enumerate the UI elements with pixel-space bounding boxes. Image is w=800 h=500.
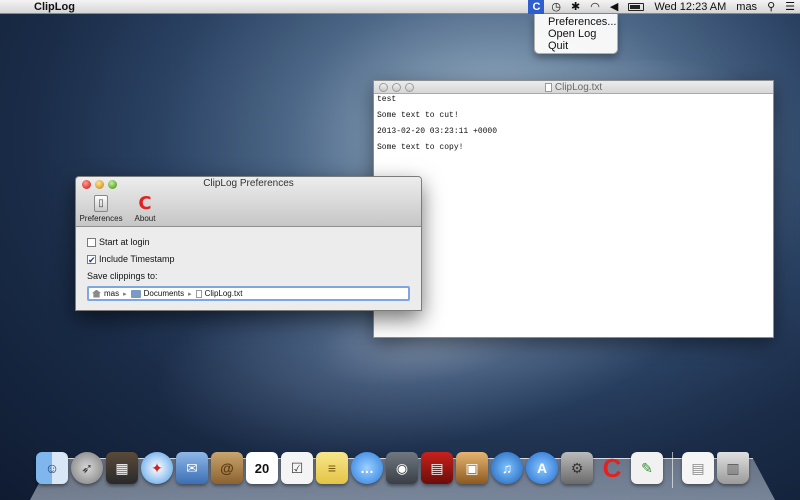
preferences-window-title: ClipLog Preferences: [203, 178, 294, 189]
cliplog-logo-icon: C: [138, 193, 152, 214]
log-line: test: [377, 95, 397, 104]
notes-icon[interactable]: ≡: [316, 452, 348, 484]
toolbar-preferences-label: Preferences: [79, 214, 123, 223]
messages-icon[interactable]: …: [351, 452, 383, 484]
dock: ☺ ➶ ▦ ✦ ✉ @ 20 ☑ ≡ … ◉ ▤ ▣ ♫ A ⚙ C ✎ ▤ ▥: [36, 452, 749, 488]
path-crumb-label: mas: [104, 289, 120, 298]
log-window-controls: [379, 83, 414, 92]
menu-item-quit[interactable]: Quit: [535, 40, 617, 52]
minimize-button[interactable]: [392, 83, 401, 92]
preferences-window: ClipLog Preferences ▯ Preferences C Abou…: [75, 176, 422, 311]
log-window-title: ClipLog.txt: [554, 82, 603, 93]
time-machine-icon[interactable]: ◷: [551, 0, 561, 14]
mail-icon[interactable]: ✉: [176, 452, 208, 484]
preferences-body: Start at login ✔ Include Timestamp Save …: [76, 227, 421, 309]
minimize-button[interactable]: [95, 180, 104, 189]
app-menu-name[interactable]: ClipLog: [34, 1, 75, 13]
zoom-button[interactable]: [405, 83, 414, 92]
volume-icon[interactable]: ◀: [610, 0, 618, 14]
menubar-clock[interactable]: Wed 12:23 AM: [654, 0, 726, 14]
save-path-control[interactable]: mas ▸ Documents ▸ ClipLog.txt: [87, 286, 410, 301]
log-window-titlebar[interactable]: ClipLog.txt: [374, 81, 773, 94]
cliplog-status-item[interactable]: C: [528, 0, 545, 14]
finder-icon[interactable]: ☺: [36, 452, 68, 484]
bluetooth-icon[interactable]: ✱: [571, 0, 580, 14]
include-timestamp-checkbox[interactable]: ✔: [87, 254, 96, 264]
facetime-icon[interactable]: ◉: [386, 452, 418, 484]
preferences-toolbar: ClipLog Preferences ▯ Preferences C Abou…: [76, 177, 421, 227]
wifi-icon[interactable]: ◠: [590, 0, 600, 14]
menu-bar: ClipLog C ◷ ✱ ◠ ◀ Wed 12:23 AM mas ⚲ ☰: [0, 0, 800, 14]
log-line: 2013-02-20 03:23:11 +0000: [377, 127, 498, 136]
preferences-window-controls: [82, 180, 117, 189]
file-icon: [195, 289, 202, 298]
system-preferences-icon[interactable]: ⚙: [561, 452, 593, 484]
spotlight-icon[interactable]: ⚲: [767, 0, 775, 14]
menubar-user[interactable]: mas: [736, 0, 757, 14]
menu-extras: C ◷ ✱ ◠ ◀ Wed 12:23 AM mas ⚲ ☰: [523, 0, 800, 14]
app-store-icon[interactable]: A: [526, 452, 558, 484]
cliplog-status-menu: Preferences... Open Log Quit: [534, 14, 618, 54]
path-crumb-label: ClipLog.txt: [204, 289, 243, 298]
start-at-login-row[interactable]: Start at login: [87, 235, 410, 249]
path-crumb-file[interactable]: ClipLog.txt: [195, 289, 243, 298]
path-crumb-home[interactable]: mas: [92, 289, 119, 298]
toolbar-about-label: About: [134, 214, 156, 223]
cliplog-dock-icon[interactable]: C: [596, 452, 628, 484]
log-text-area[interactable]: test Some text to cut! 2013-02-20 03:23:…: [374, 94, 773, 154]
trash-icon[interactable]: ▥: [717, 452, 749, 484]
close-button[interactable]: [379, 83, 388, 92]
battery-icon[interactable]: [628, 3, 645, 11]
contacts-icon[interactable]: @: [211, 452, 243, 484]
calendar-date: 20: [254, 460, 270, 476]
path-crumb-label: Documents: [143, 289, 185, 298]
include-timestamp-row[interactable]: ✔ Include Timestamp: [87, 252, 410, 266]
toolbar-about-tab[interactable]: C About: [125, 193, 165, 224]
menu-item-open-log[interactable]: Open Log: [535, 28, 617, 40]
zoom-button[interactable]: [108, 180, 117, 189]
include-timestamp-label[interactable]: Include Timestamp: [99, 254, 175, 264]
log-line: Some text to cut!: [377, 111, 459, 120]
start-at-login-label[interactable]: Start at login: [99, 237, 150, 247]
save-clippings-label: Save clippings to:: [87, 271, 158, 281]
preferences-switch-icon: ▯: [94, 195, 108, 212]
reminders-icon[interactable]: ☑: [281, 452, 313, 484]
toolbar-preferences-tab[interactable]: ▯ Preferences: [79, 195, 123, 223]
chevron-right-icon: ▸: [123, 290, 127, 298]
folder-icon: [130, 289, 141, 298]
photo-booth-icon[interactable]: ▤: [421, 452, 453, 484]
notification-center-icon[interactable]: ☰: [785, 0, 795, 14]
documents-stack-icon[interactable]: ▤: [682, 452, 714, 484]
safari-icon[interactable]: ✦: [141, 452, 173, 484]
preview-icon[interactable]: ✎: [631, 452, 663, 484]
mission-control-icon[interactable]: ▦: [106, 452, 138, 484]
start-at-login-checkbox[interactable]: [87, 237, 96, 247]
calendar-icon[interactable]: 20: [246, 452, 278, 484]
close-button[interactable]: [82, 180, 91, 189]
launchpad-icon[interactable]: ➶: [71, 452, 103, 484]
menu-item-preferences[interactable]: Preferences...: [535, 16, 617, 28]
log-window: ClipLog.txt test Some text to cut! 2013-…: [373, 80, 774, 338]
itunes-icon[interactable]: ♫: [491, 452, 523, 484]
chevron-right-icon: ▸: [188, 290, 192, 298]
document-icon: [544, 82, 552, 92]
log-line: Some text to copy!: [377, 143, 464, 152]
path-crumb-documents[interactable]: Documents: [130, 289, 185, 298]
dock-separator: [672, 452, 673, 488]
home-icon: [92, 289, 101, 298]
iphoto-icon[interactable]: ▣: [456, 452, 488, 484]
